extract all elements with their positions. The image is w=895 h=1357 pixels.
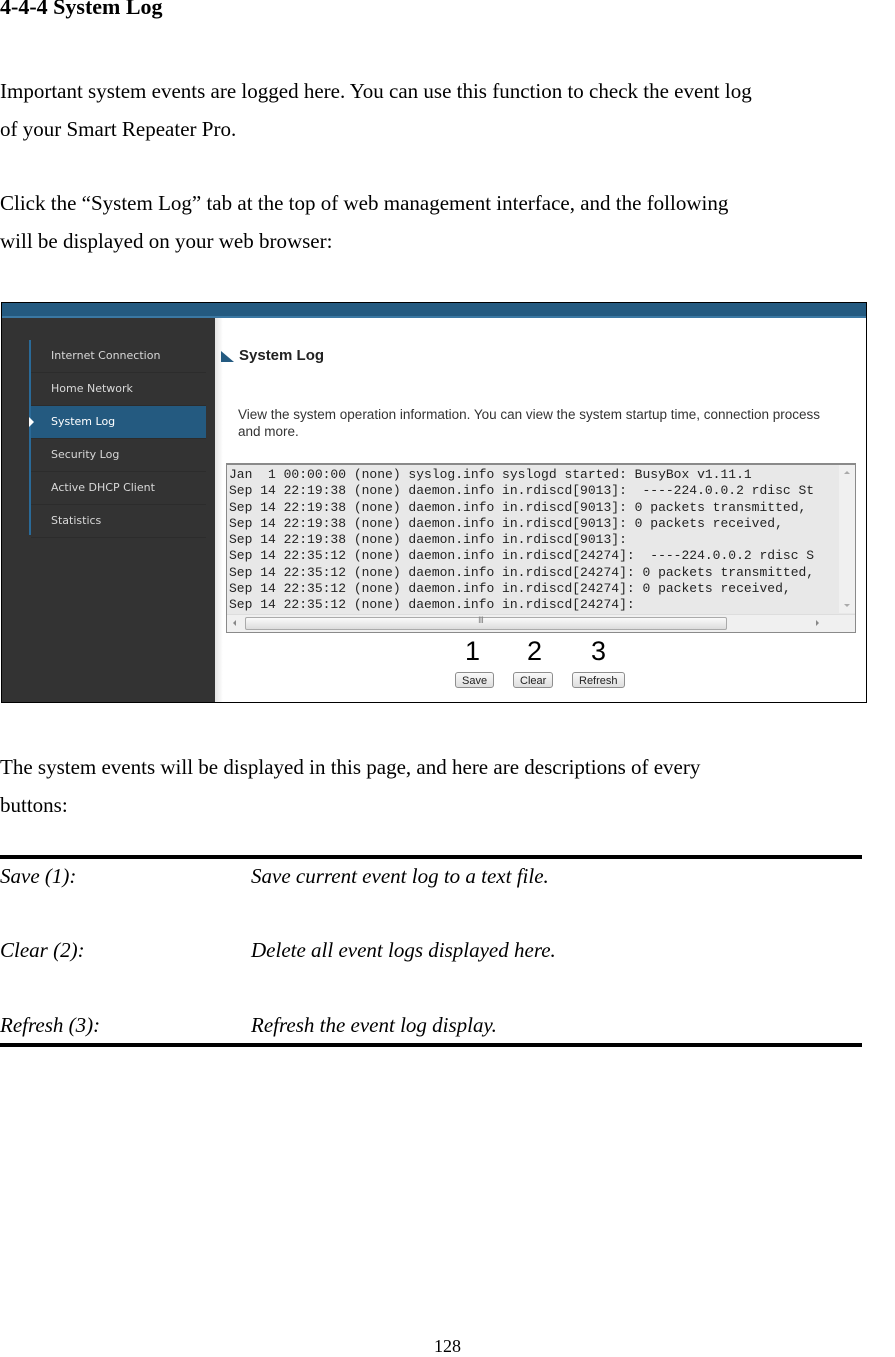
horizontal-scrollbar[interactable]: III	[227, 614, 855, 632]
save-button[interactable]: Save	[455, 672, 495, 688]
description-label-refresh: Refresh (3):	[0, 1013, 101, 1037]
scroll-down-icon[interactable]	[844, 604, 850, 607]
log-lines: Jan 1 00:00:00 (none) syslog.info syslog…	[229, 467, 837, 613]
clear-button[interactable]: Clear	[513, 672, 554, 688]
callout-3: 3	[591, 636, 607, 666]
log-line: Sep 14 22:35:12 (none) daemon.info in.rd…	[229, 564, 815, 580]
log-line: Sep 14 22:35:12 (none) daemon.info in.rd…	[229, 581, 791, 597]
sidebar-item-active-dhcp-client[interactable]: Active DHCP Client	[31, 472, 206, 505]
sidebar-item-internet-connection[interactable]: Internet Connection	[31, 340, 206, 373]
sidebar-item-label: Security Log	[51, 448, 120, 461]
log-line: Sep 14 22:19:38 (none) daemon.info in.rd…	[229, 515, 783, 531]
sidebar-item-label: Active DHCP Client	[51, 481, 155, 494]
intro-paragraph: Important system events are logged here.…	[0, 72, 752, 148]
system-log-screenshot: Internet Connection Home Network System …	[1, 302, 867, 703]
sidebar: Internet Connection Home Network System …	[2, 318, 215, 702]
sidebar-item-label: System Log	[51, 415, 116, 428]
panel-description: View the system operation information. Y…	[238, 407, 821, 439]
description-text-save: Save current event log to a text file.	[251, 864, 549, 888]
buttons-paragraph: The system events will be displayed in t…	[0, 748, 700, 824]
table-top-rule	[0, 855, 862, 859]
sidebar-item-label: Internet Connection	[51, 349, 161, 362]
callout-2: 2	[527, 636, 543, 666]
top-bar	[2, 303, 866, 318]
title-triangle-icon	[221, 351, 234, 362]
description-label-clear: Clear (2):	[0, 938, 85, 962]
buttons-line-1: The system events will be displayed in t…	[0, 755, 701, 779]
scroll-up-icon[interactable]	[844, 471, 850, 474]
refresh-button[interactable]: Refresh	[572, 672, 625, 688]
intro-line-2: of your Smart Repeater Pro.	[0, 117, 237, 141]
instruction-line-1: Click the “System Log” tab at the top of…	[0, 191, 729, 215]
sidebar-item-label: Statistics	[51, 514, 102, 527]
scroll-grip-icon: III	[478, 616, 484, 626]
log-line: Sep 14 22:19:38 (none) daemon.info in.rd…	[229, 483, 815, 499]
sidebar-item-statistics[interactable]: Statistics	[31, 505, 206, 538]
scroll-left-icon[interactable]	[233, 620, 236, 626]
page-number: 128	[434, 1336, 461, 1356]
intro-line-1: Important system events are logged here.…	[0, 79, 752, 103]
table-bottom-rule	[0, 1043, 862, 1047]
log-line: Jan 1 00:00:00 (none) syslog.info syslog…	[229, 467, 752, 482]
log-line: Sep 14 22:19:38 (none) daemon.info in.rd…	[229, 532, 627, 548]
scroll-thumb[interactable]: III	[245, 616, 727, 630]
instruction-line-2: will be displayed on your web browser:	[0, 229, 333, 253]
sidebar-nav: Internet Connection Home Network System …	[29, 340, 206, 538]
description-text-refresh: Refresh the event log display.	[251, 1013, 497, 1037]
instruction-paragraph: Click the “System Log” tab at the top of…	[0, 184, 728, 260]
active-arrow-icon	[29, 417, 34, 427]
sidebar-item-security-log[interactable]: Security Log	[31, 439, 206, 472]
vertical-scrollbar[interactable]	[839, 465, 855, 613]
description-text-clear: Delete all event logs displayed here.	[251, 938, 556, 962]
section-heading: 4-4-4 System Log	[0, 0, 163, 19]
callout-1: 1	[465, 636, 481, 666]
log-line: Sep 14 22:19:38 (none) daemon.info in.rd…	[229, 499, 807, 515]
log-textarea[interactable]: Jan 1 00:00:00 (none) syslog.info syslog…	[226, 463, 856, 633]
main-panel: System Log View the system operation inf…	[215, 318, 866, 702]
log-line: Sep 14 22:35:12 (none) daemon.info in.rd…	[229, 597, 635, 613]
panel-title: System Log	[239, 347, 325, 364]
description-label-save: Save (1):	[0, 864, 77, 888]
scroll-right-icon[interactable]	[816, 620, 819, 626]
buttons-line-2: buttons:	[0, 793, 68, 817]
sidebar-item-label: Home Network	[51, 382, 133, 395]
sidebar-item-system-log[interactable]: System Log	[29, 406, 206, 439]
sidebar-item-home-network[interactable]: Home Network	[31, 373, 206, 406]
log-line: Sep 14 22:35:12 (none) daemon.info in.rd…	[229, 548, 815, 564]
